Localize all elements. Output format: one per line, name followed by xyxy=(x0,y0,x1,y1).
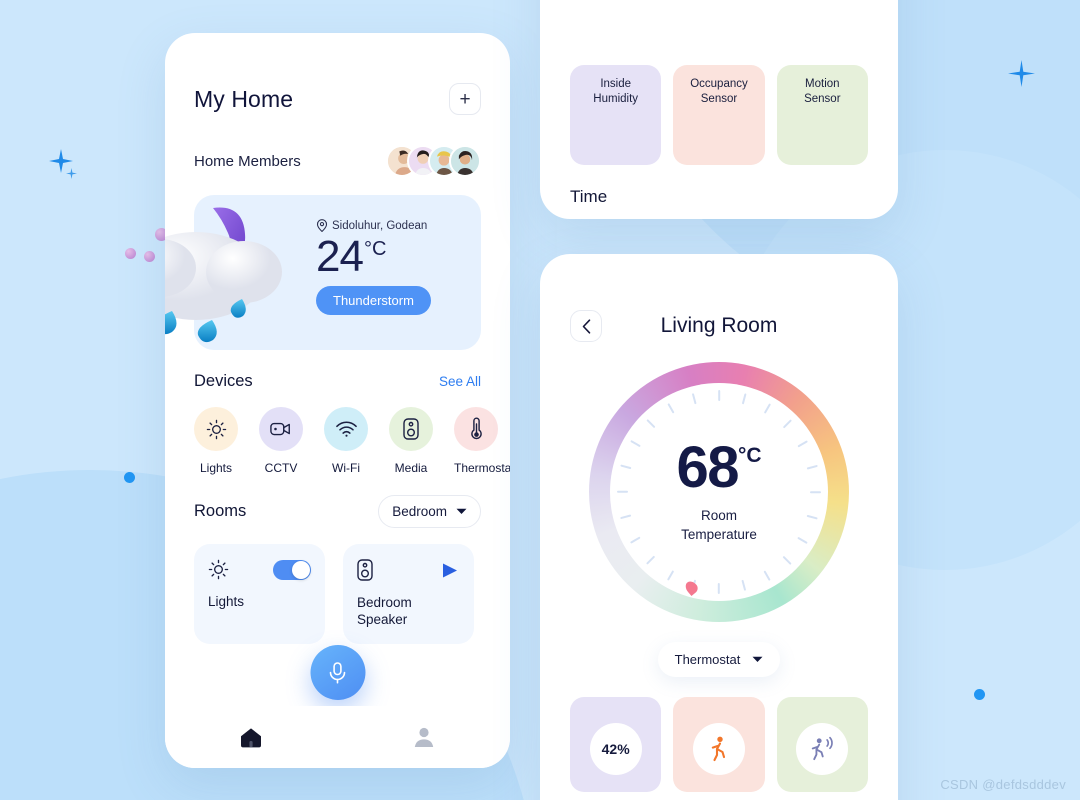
dial-temperature-value: 68 xyxy=(676,435,739,501)
home-header: My Home + xyxy=(194,83,481,115)
mode-select-dropdown[interactable]: Thermostat xyxy=(657,642,781,677)
dial-caption-line1: Room xyxy=(700,508,737,524)
home-members-row[interactable]: Home Members xyxy=(194,145,481,177)
living-room-sensor-cards: 42% xyxy=(570,697,868,792)
dial-caption-line2: Temperature xyxy=(681,526,757,542)
sensor-card-occupancy[interactable]: Occupancy Sensor xyxy=(673,65,765,165)
decor-bubble-2 xyxy=(125,248,136,259)
sparkle-small-icon xyxy=(66,168,77,179)
devices-list: Lights CCTV Wi-Fi Media Thermostat xyxy=(194,407,510,475)
sun-icon xyxy=(194,407,238,451)
member-avatars[interactable] xyxy=(386,145,481,177)
dial-caption: Room Temperature xyxy=(681,507,757,543)
room-card-label: Bedroom Speaker xyxy=(357,595,412,627)
rain-cloud-moon-icon xyxy=(165,207,282,343)
speaker-icon xyxy=(357,559,373,581)
location-pin-icon xyxy=(316,219,328,232)
voice-assistant-button[interactable] xyxy=(310,645,365,700)
watermark: CSDN @defdsdddev xyxy=(940,777,1066,792)
sensor-card-inside-humidity[interactable]: Inside Humidity xyxy=(570,65,662,165)
room-card-label: Lights xyxy=(208,594,245,609)
chevron-down-icon xyxy=(456,508,467,514)
temperature-unit: °C xyxy=(363,238,387,260)
see-all-devices-link[interactable]: See All xyxy=(439,374,481,389)
avatar[interactable] xyxy=(449,145,481,177)
camera-icon xyxy=(259,407,303,451)
weather-card[interactable]: Sidoluhur, Godean 24 °C Thunderstorm xyxy=(165,195,481,350)
device-item-cctv[interactable]: CCTV xyxy=(259,407,303,475)
device-label: Media xyxy=(394,461,428,475)
add-device-button[interactable]: + xyxy=(449,83,481,115)
chevron-left-icon xyxy=(582,318,590,334)
decor-bubble-3 xyxy=(144,251,155,262)
device-label: Wi-Fi xyxy=(332,461,360,475)
sensor-tile-humidity[interactable]: 42% xyxy=(570,697,662,792)
speaker-icon xyxy=(389,407,433,451)
sensor-name: Inside Humidity xyxy=(593,78,639,105)
living-room-panel: Living Room 68 °C Room Temperature Therm… xyxy=(540,254,898,800)
temperature-dial[interactable]: 68 °C Room Temperature xyxy=(589,362,849,622)
page-title: My Home xyxy=(194,85,294,112)
sensor-cards-row: Inside Humidity Occupancy Sensor Motion … xyxy=(570,0,868,165)
location-text: Sidoluhur, Godean xyxy=(332,219,428,232)
sparkle-icon-right xyxy=(1008,60,1035,87)
dial-readout: 68 °C Room Temperature xyxy=(610,383,828,601)
sensor-tile-occupancy[interactable] xyxy=(673,697,765,792)
device-item-media[interactable]: Media xyxy=(389,407,433,475)
mode-select-value: Thermostat xyxy=(674,652,741,667)
bottom-navigation xyxy=(165,706,510,768)
humidity-value: 42% xyxy=(601,740,630,757)
room-card-bedroom-speaker[interactable]: Bedroom Speaker xyxy=(343,544,474,644)
device-item-thermostat[interactable]: Thermostat xyxy=(454,407,510,475)
device-label: CCTV xyxy=(264,461,298,475)
home-members-label: Home Members xyxy=(194,152,301,170)
device-item-lights[interactable]: Lights xyxy=(194,407,238,475)
weather-condition-badge[interactable]: Thunderstorm xyxy=(316,286,431,316)
play-button-icon[interactable] xyxy=(439,561,460,580)
sun-icon xyxy=(208,559,229,580)
weather-location: Sidoluhur, Godean xyxy=(316,219,431,232)
rooms-title: Rooms xyxy=(194,502,247,520)
sensor-tile-motion[interactable] xyxy=(776,697,868,792)
dial-temperature-unit: °C xyxy=(737,444,762,468)
devices-title: Devices xyxy=(194,372,253,390)
weather-info: Sidoluhur, Godean 24 °C Thunderstorm xyxy=(316,219,431,316)
time-section-title: Time xyxy=(570,187,608,206)
nav-item-home[interactable] xyxy=(165,727,338,748)
home-icon xyxy=(241,727,262,747)
devices-section-header: Devices See All xyxy=(194,372,481,391)
walking-person-icon xyxy=(692,722,745,775)
weather-temperature: 24 °C xyxy=(316,232,431,281)
sensors-panel: Inside Humidity Occupancy Sensor Motion … xyxy=(540,0,898,219)
sensor-card-motion[interactable]: Motion Sensor xyxy=(776,65,868,165)
thermometer-icon xyxy=(454,407,498,451)
person-icon xyxy=(414,727,433,747)
nav-item-profile[interactable] xyxy=(338,726,511,748)
mic-icon xyxy=(329,661,346,683)
room-device-cards: Lights Bedroom Speaker xyxy=(194,544,481,644)
plus-icon: + xyxy=(459,88,471,110)
device-label: Thermostat xyxy=(454,461,510,475)
lights-toggle[interactable] xyxy=(273,559,311,580)
room-select-dropdown[interactable]: Bedroom xyxy=(378,495,481,528)
decor-dot-left xyxy=(124,472,135,483)
sensor-name: Occupancy Sensor xyxy=(690,78,748,105)
wifi-icon xyxy=(324,407,368,451)
room-select-value: Bedroom xyxy=(392,504,447,519)
humidity-percent-badge: 42% xyxy=(589,722,642,775)
sensor-name: Motion Sensor xyxy=(804,78,841,105)
rooms-section-header: Rooms Bedroom xyxy=(194,495,481,528)
back-button[interactable] xyxy=(570,310,602,342)
motion-sensor-icon xyxy=(796,722,849,775)
device-label: Lights xyxy=(199,461,233,475)
room-card-lights[interactable]: Lights xyxy=(194,544,325,644)
temperature-dial-wrap: 68 °C Room Temperature xyxy=(570,362,868,622)
decor-dot-right xyxy=(974,689,985,700)
device-item-wifi[interactable]: Wi-Fi xyxy=(324,407,368,475)
chevron-down-icon xyxy=(752,656,763,662)
living-room-header: Living Room xyxy=(570,310,868,342)
living-room-title: Living Room xyxy=(660,314,778,337)
home-screen-panel: My Home + Home Members Sidoluhur, Godean… xyxy=(165,33,510,768)
temperature-value: 24 xyxy=(316,232,364,281)
